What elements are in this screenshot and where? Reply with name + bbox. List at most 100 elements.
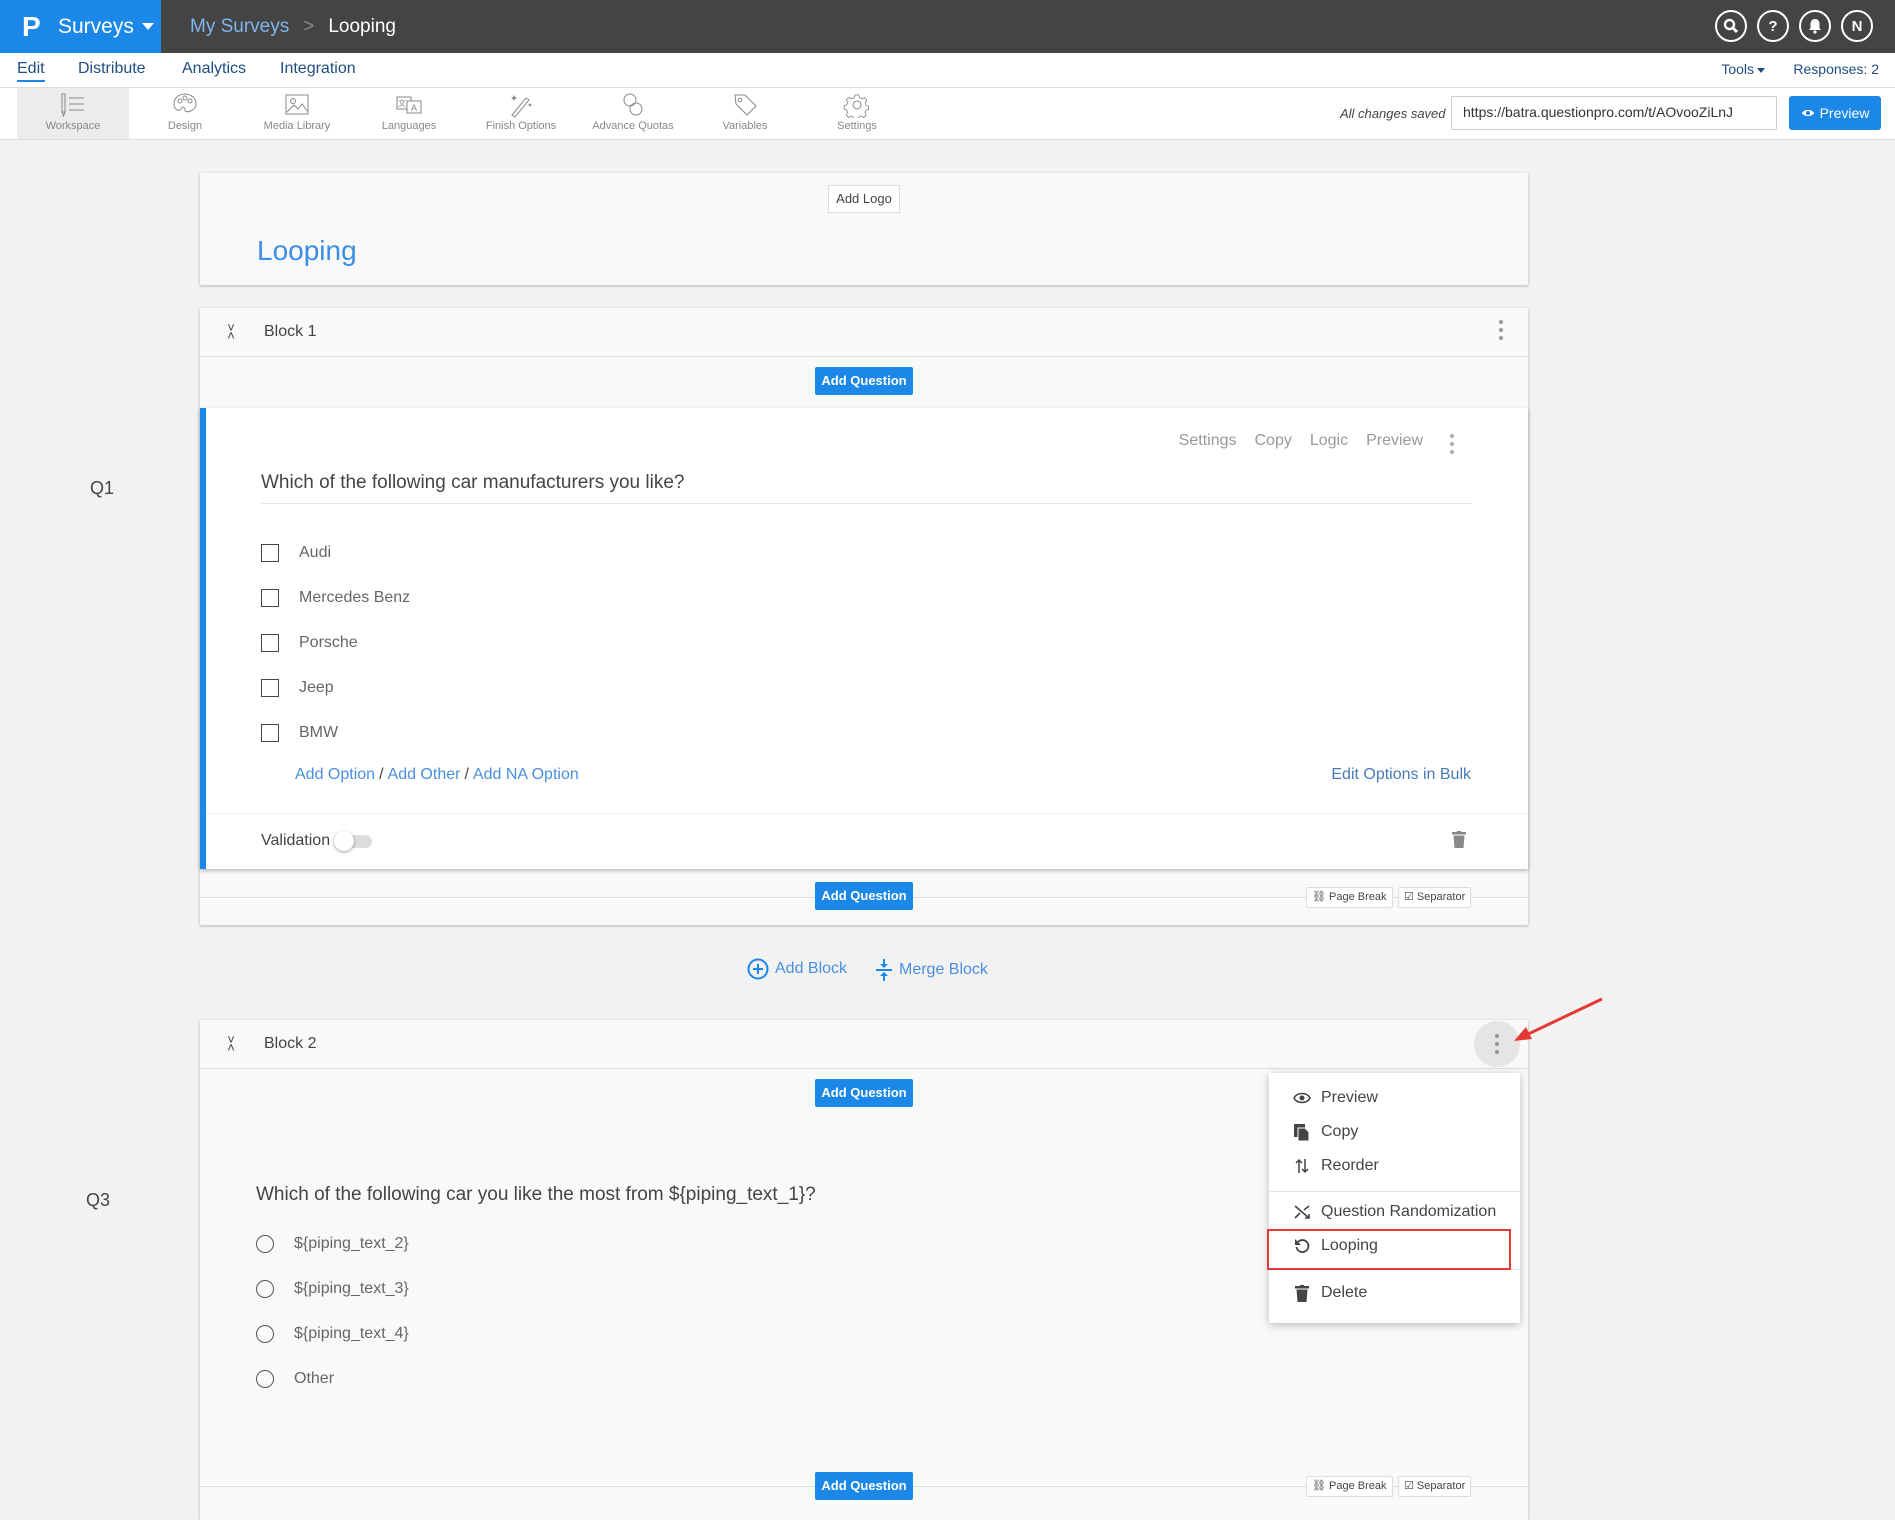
- validation-toggle[interactable]: [334, 830, 373, 851]
- option-label[interactable]: ${piping_text_2}: [294, 1235, 409, 1253]
- bell-icon[interactable]: [1799, 10, 1831, 42]
- question-menu-icon[interactable]: [1450, 434, 1454, 454]
- question-text[interactable]: Which of the following car you like the …: [256, 1184, 816, 1215]
- radio-button[interactable]: [256, 1280, 274, 1298]
- search-icon[interactable]: [1715, 10, 1747, 42]
- option-label[interactable]: Audi: [299, 544, 331, 562]
- question-card[interactable]: Settings Copy Logic Preview Which of the…: [200, 408, 1528, 869]
- option-label[interactable]: BMW: [299, 724, 338, 742]
- tools-dropdown[interactable]: Tools: [1721, 61, 1765, 77]
- block-name[interactable]: Block 2: [264, 1035, 316, 1053]
- checkbox[interactable]: [261, 544, 279, 562]
- tab-integration[interactable]: Integration: [280, 60, 356, 78]
- option-label[interactable]: Jeep: [299, 679, 334, 697]
- validation-label: Validation: [261, 832, 331, 849]
- merge-block-button[interactable]: Merge Block: [875, 958, 988, 982]
- translate-icon: A文: [396, 96, 422, 114]
- option-label[interactable]: ${piping_text_4}: [294, 1325, 409, 1343]
- edit-options-bulk-link[interactable]: Edit Options in Bulk: [1331, 766, 1471, 784]
- page-break-button[interactable]: ⛓ Page Break: [1306, 887, 1393, 908]
- plus-circle-icon: [747, 958, 769, 980]
- add-question-button[interactable]: Add Question: [815, 882, 913, 910]
- responses-count[interactable]: Responses: 2: [1793, 61, 1879, 77]
- app-switcher[interactable]: P Surveys: [0, 0, 161, 53]
- add-question-button[interactable]: Add Question: [815, 1472, 913, 1500]
- menu-divider: [1269, 1191, 1520, 1192]
- menu-item-label: Preview: [1321, 1089, 1378, 1106]
- question-text[interactable]: Which of the following car manufacturers…: [261, 472, 1471, 504]
- add-na-option-link[interactable]: Add NA Option: [473, 766, 579, 783]
- option-row[interactable]: Mercedes Benz: [261, 589, 410, 607]
- tab-analytics[interactable]: Analytics: [182, 60, 246, 78]
- user-avatar[interactable]: N: [1841, 10, 1873, 42]
- slash: /: [464, 766, 469, 783]
- add-other-link[interactable]: Add Other: [388, 766, 461, 783]
- question-preview-link[interactable]: Preview: [1366, 432, 1423, 450]
- option-row[interactable]: Porsche: [261, 634, 358, 652]
- option-row[interactable]: Other: [256, 1370, 334, 1388]
- option-label[interactable]: Other: [294, 1370, 334, 1388]
- menu-item-copy[interactable]: Copy: [1293, 1123, 1358, 1141]
- radio-button[interactable]: [256, 1325, 274, 1343]
- menu-item-delete[interactable]: Delete: [1293, 1284, 1367, 1302]
- option-row[interactable]: ${piping_text_3}: [256, 1280, 409, 1298]
- checkbox[interactable]: [261, 679, 279, 697]
- tab-edit[interactable]: Edit: [17, 60, 45, 82]
- option-row[interactable]: ${piping_text_2}: [256, 1235, 409, 1253]
- checkbox-icon: ☑: [1404, 891, 1417, 903]
- menu-item-question-randomization[interactable]: Question Randomization: [1293, 1203, 1496, 1221]
- tool-variables[interactable]: Variables: [689, 88, 801, 139]
- preview-button[interactable]: Preview: [1789, 96, 1881, 130]
- checkbox[interactable]: [261, 634, 279, 652]
- option-row[interactable]: ${piping_text_4}: [256, 1325, 409, 1343]
- add-question-button[interactable]: Add Question: [815, 367, 913, 395]
- page-break-button[interactable]: ⛓ Page Break: [1306, 1476, 1393, 1497]
- checkbox[interactable]: [261, 724, 279, 742]
- question-logic-link[interactable]: Logic: [1310, 432, 1348, 450]
- tool-languages[interactable]: A文 Languages: [353, 88, 465, 139]
- trash-icon[interactable]: [1452, 831, 1466, 848]
- separator-button[interactable]: ☑ Separator: [1398, 1476, 1472, 1497]
- option-row[interactable]: Audi: [261, 544, 331, 562]
- option-row[interactable]: BMW: [261, 724, 338, 742]
- tool-media-library[interactable]: Media Library: [241, 88, 353, 139]
- option-label[interactable]: Porsche: [299, 634, 358, 652]
- breadcrumb-my-surveys[interactable]: My Surveys: [190, 16, 289, 38]
- question-settings-link[interactable]: Settings: [1179, 432, 1237, 450]
- checkbox[interactable]: [261, 589, 279, 607]
- menu-item-reorder[interactable]: Reorder: [1293, 1157, 1379, 1175]
- question-copy-link[interactable]: Copy: [1254, 432, 1291, 450]
- add-block-button[interactable]: Add Block: [747, 958, 847, 980]
- option-label[interactable]: ${piping_text_3}: [294, 1280, 409, 1298]
- block-menu-icon[interactable]: [1498, 320, 1504, 340]
- collapse-icon[interactable]: ˅ ˄: [224, 321, 238, 342]
- menu-item-label: Question Randomization: [1321, 1203, 1497, 1220]
- radio-button[interactable]: [256, 1235, 274, 1253]
- tool-workspace[interactable]: Workspace: [17, 88, 129, 139]
- add-option-link[interactable]: Add Option: [295, 766, 375, 783]
- add-question-button[interactable]: Add Question: [815, 1079, 913, 1107]
- menu-item-preview[interactable]: Preview: [1293, 1089, 1378, 1107]
- tool-finish-options[interactable]: Finish Options: [465, 88, 577, 139]
- option-row[interactable]: Jeep: [261, 679, 334, 697]
- tool-settings[interactable]: Settings: [801, 88, 913, 139]
- tool-label: Workspace: [45, 120, 101, 132]
- separator-button[interactable]: ☑ Separator: [1398, 887, 1472, 908]
- add-logo-button[interactable]: Add Logo: [828, 185, 900, 213]
- tool-design[interactable]: Design: [129, 88, 241, 139]
- eye-icon: [1801, 110, 1814, 116]
- separator-label: Separator: [1416, 1480, 1466, 1492]
- menu-item-label: Reorder: [1321, 1157, 1379, 1174]
- option-label[interactable]: Mercedes Benz: [299, 589, 410, 607]
- survey-title[interactable]: Looping: [257, 235, 357, 267]
- block-name[interactable]: Block 1: [264, 323, 316, 341]
- save-status: All changes saved: [1340, 106, 1446, 121]
- collapse-icon[interactable]: ˅ ˄: [224, 1033, 238, 1054]
- app-logo: P: [22, 10, 41, 42]
- radio-button[interactable]: [256, 1370, 274, 1388]
- tool-label: Languages: [381, 120, 437, 132]
- help-icon[interactable]: ?: [1757, 10, 1789, 42]
- tab-distribute[interactable]: Distribute: [78, 60, 146, 78]
- tool-advance-quotas[interactable]: Advance Quotas: [577, 88, 689, 139]
- survey-url-field[interactable]: https://batra.questionpro.com/t/AOvooZiL…: [1451, 96, 1777, 130]
